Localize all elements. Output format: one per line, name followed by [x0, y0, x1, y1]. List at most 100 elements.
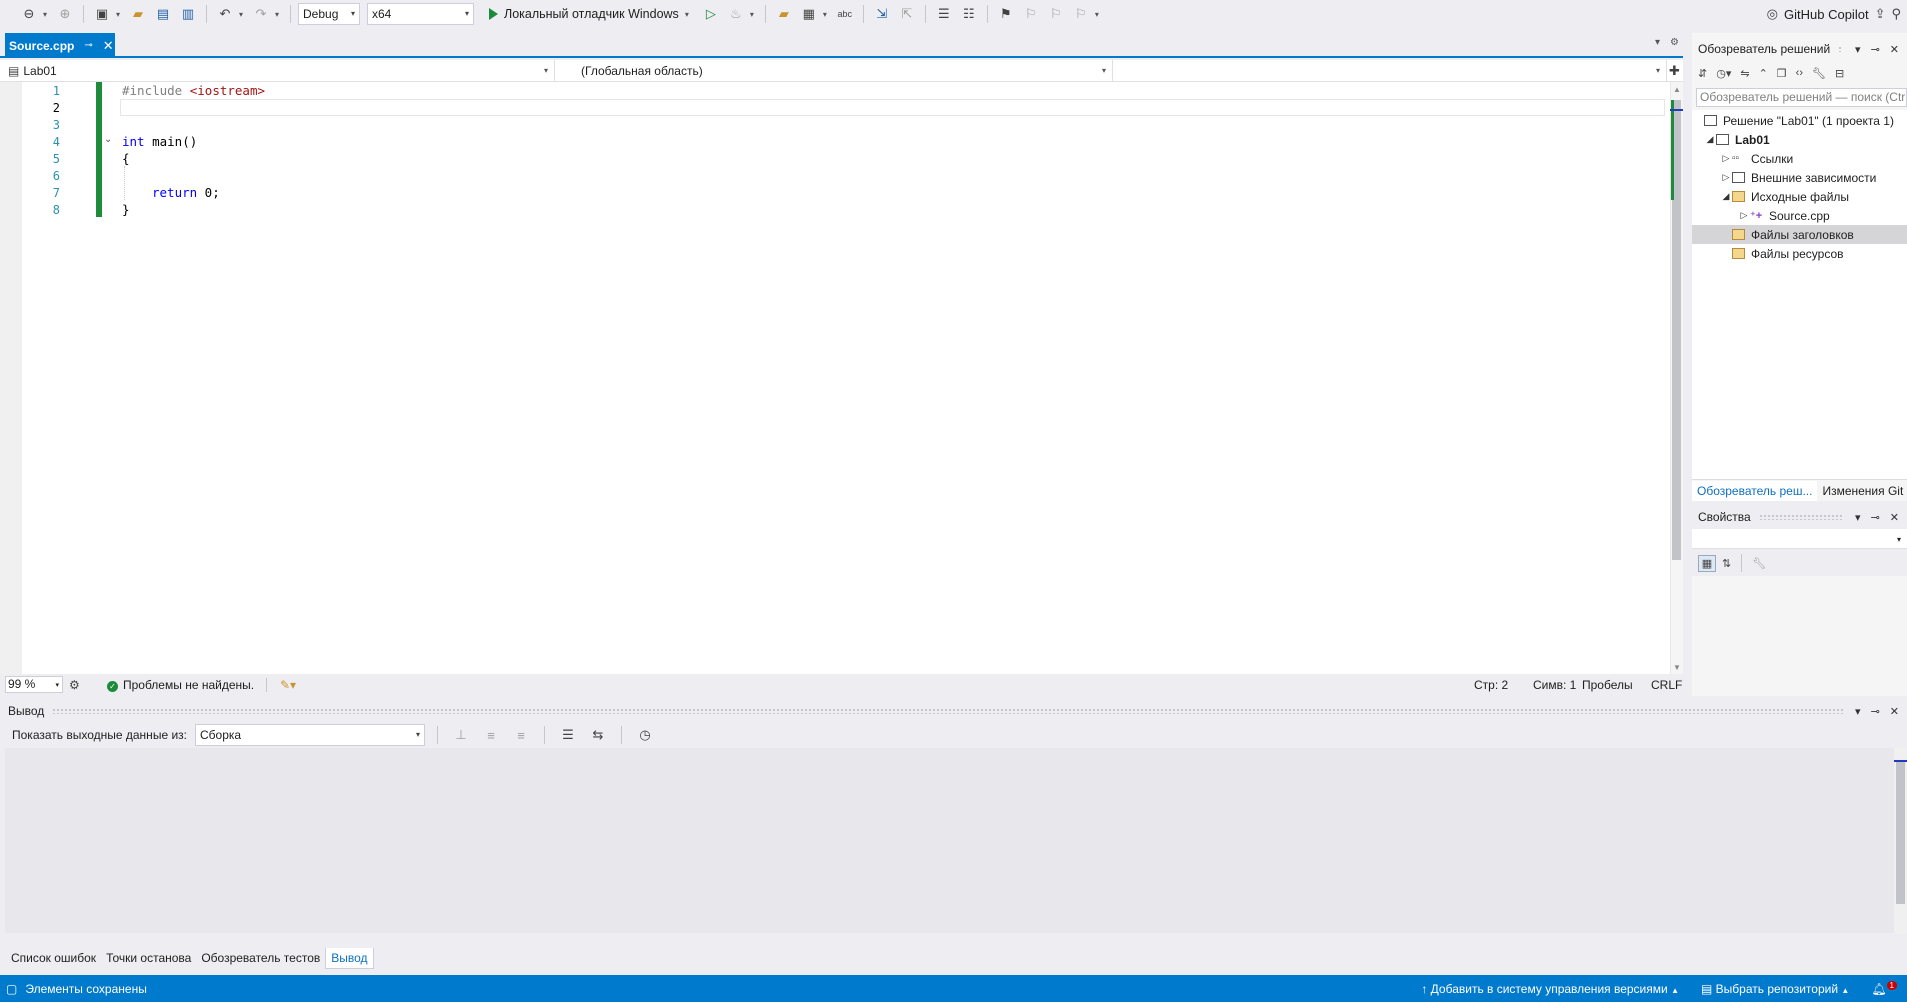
line-ending-indicator[interactable]: CRLF — [1651, 678, 1682, 692]
tree-node-header-files[interactable]: Файлы заголовков — [1692, 225, 1907, 244]
collapse-chevron-icon[interactable]: ⌄ — [104, 134, 112, 145]
back-icon[interactable]: ⊖ — [18, 3, 40, 25]
intellicode-icon[interactable]: ⚙ — [69, 678, 80, 692]
share-icon[interactable]: ⇪ — [1875, 6, 1886, 22]
tree-node-references[interactable]: ▷ ▫▫ Ссылки — [1692, 149, 1907, 168]
comment-lines-icon[interactable]: ☰ — [933, 3, 955, 25]
find-message-icon[interactable]: ⊥ — [450, 724, 472, 746]
close-icon[interactable]: ✕ — [103, 38, 114, 54]
select-repository-button[interactable]: ▤ Выбрать репозиторий ▲ — [1701, 982, 1849, 996]
sync-icon[interactable]: ⇋ — [1740, 67, 1749, 80]
back-dropdown-icon[interactable]: ▾ — [43, 10, 51, 19]
view-code-icon[interactable]: ‹› — [1796, 67, 1803, 79]
undo-icon[interactable]: ↶ — [214, 3, 236, 25]
save-icon[interactable]: ▤ — [152, 3, 174, 25]
solution-search-input[interactable]: Обозреватель решений — поиск (Ctrl+;) — [1696, 88, 1907, 107]
forward-icon[interactable]: ⊕ — [54, 3, 76, 25]
tab-list-chevron-icon[interactable]: ▾ — [1655, 37, 1660, 48]
undo-dropdown-icon[interactable]: ▾ — [239, 10, 247, 19]
properties-wrench-icon[interactable]: 🔧︎ — [1812, 67, 1826, 80]
scroll-up-icon[interactable]: ▲ — [1673, 85, 1681, 94]
uncomment-lines-icon[interactable]: ☷ — [958, 3, 980, 25]
code-editor[interactable]: 1 2 3 4 5 6 7 8 ⌄ #include <iostream> in… — [0, 82, 1670, 674]
configuration-select[interactable]: Debug ▾ — [298, 3, 360, 25]
copilot-button[interactable]: GitHub Copilot — [1784, 7, 1869, 22]
toolbar-overflow-icon[interactable]: ▾ — [1095, 10, 1103, 19]
tab-source-cpp[interactable]: Source.cpp ⊸ ✕ — [5, 33, 115, 58]
output-text-area[interactable] — [5, 748, 1894, 933]
add-to-source-control-button[interactable]: ↑ Добавить в систему управления версиями… — [1421, 982, 1679, 996]
save-all-icon[interactable]: ▥ — [177, 3, 199, 25]
new-project-dropdown-icon[interactable]: ▾ — [116, 10, 124, 19]
pin-icon[interactable]: ⊸ — [1871, 511, 1880, 524]
panel-splitter[interactable] — [1683, 33, 1692, 696]
tab-error-list[interactable]: Список ошибок — [6, 948, 101, 968]
redo-icon[interactable]: ↷ — [250, 3, 272, 25]
output-source-select[interactable]: Сборка ▾ — [194, 724, 425, 746]
prev-message-icon[interactable]: ≡ — [480, 724, 502, 746]
sort-alpha-icon[interactable]: ⇅ — [1722, 557, 1731, 570]
close-icon[interactable]: ✕ — [1890, 705, 1899, 718]
tab-test-explorer[interactable]: Обозреватель тестов — [196, 948, 325, 968]
clear-all-icon[interactable]: ☰ — [557, 724, 579, 746]
categorized-icon[interactable]: ▦ — [1698, 554, 1716, 572]
pin-icon[interactable]: ⊸ — [1871, 705, 1880, 718]
clear-bookmarks-icon[interactable]: ⚐ — [1070, 3, 1092, 25]
start-without-debugging-icon[interactable]: ▷ — [700, 3, 722, 25]
collapsed-arrow-icon[interactable]: ▷ — [1720, 153, 1732, 164]
redo-dropdown-icon[interactable]: ▾ — [275, 10, 283, 19]
tab-solution-explorer[interactable]: Обозреватель реш... — [1692, 480, 1818, 501]
feedback-icon[interactable]: ⚲ — [1891, 6, 1901, 22]
tree-node-project[interactable]: ◢ Lab01 — [1692, 130, 1907, 149]
expanded-arrow-icon[interactable]: ◢ — [1720, 191, 1732, 202]
member-nav-select[interactable]: ▾ — [1115, 60, 1667, 82]
collapse-all-icon[interactable]: ⌃ — [1759, 67, 1768, 80]
code-cleanup-icon[interactable]: ✎▾ — [280, 678, 296, 692]
drag-handle[interactable] — [52, 708, 1844, 714]
new-project-icon[interactable]: ▣ — [91, 3, 113, 25]
property-pages-icon[interactable]: 🔧︎ — [1752, 557, 1766, 570]
tree-node-source-files[interactable]: ◢ Исходные файлы — [1692, 187, 1907, 206]
chevron-down-icon[interactable]: ▾ — [1855, 705, 1861, 718]
expanded-arrow-icon[interactable]: ◢ — [1704, 134, 1716, 145]
tree-node-source-cpp[interactable]: ▷ ⁺+ Source.cpp — [1692, 206, 1907, 225]
next-bookmark-icon[interactable]: ⚐ — [1045, 3, 1067, 25]
close-icon[interactable]: ✕ — [1890, 511, 1899, 524]
step-over-icon[interactable]: ⇱ — [896, 3, 918, 25]
scope-nav-select[interactable]: (Глобальная область) ▾ — [561, 60, 1113, 82]
drag-handle[interactable] — [1758, 514, 1844, 520]
start-debugging-button[interactable]: Локальный отладчик Windows ▾ — [485, 7, 697, 21]
pin-icon[interactable]: ⊸ — [1871, 43, 1880, 56]
whitespace-indicator[interactable]: Пробелы — [1582, 678, 1633, 692]
line-indicator[interactable]: Стр: 2 — [1474, 678, 1508, 692]
tab-output[interactable]: Вывод — [325, 947, 374, 969]
tab-git-changes[interactable]: Изменения Git — [1817, 481, 1907, 501]
file-browse-icon[interactable]: ▰ — [773, 3, 795, 25]
platform-select[interactable]: x64 ▾ — [367, 3, 474, 25]
collapsed-arrow-icon[interactable]: ▷ — [1720, 172, 1732, 183]
show-all-files-icon[interactable]: ❐ — [1777, 67, 1787, 80]
timestamp-icon[interactable]: ◷ — [634, 724, 656, 746]
column-indicator[interactable]: Симв: 1 — [1533, 678, 1576, 692]
prev-bookmark-icon[interactable]: ⚐ — [1020, 3, 1042, 25]
hot-reload-dropdown-icon[interactable]: ▾ — [750, 10, 758, 19]
switch-views-icon[interactable]: ⇵ — [1698, 67, 1707, 80]
settings-gear-icon[interactable]: ⚙ — [1670, 37, 1679, 48]
tree-node-resource-files[interactable]: Файлы ресурсов — [1692, 244, 1907, 263]
bookmark-icon[interactable]: ⚑ — [995, 3, 1017, 25]
zoom-select[interactable]: 99 % ▾ — [5, 676, 63, 693]
hot-reload-icon[interactable]: ♨ — [725, 3, 747, 25]
glyph-margin[interactable] — [0, 82, 22, 674]
output-scrollbar-thumb[interactable] — [1896, 762, 1905, 904]
properties-grid[interactable] — [1692, 576, 1907, 696]
project-nav-select[interactable]: ▤ Lab01 ▾ — [0, 60, 555, 82]
tree-node-external-deps[interactable]: ▷ Внешние зависимости — [1692, 168, 1907, 187]
preview-icon[interactable]: ⊟ — [1835, 67, 1844, 80]
chevron-down-icon[interactable]: ▾ — [1855, 43, 1861, 56]
issues-indicator[interactable]: ✓ Проблемы не найдены. — [107, 678, 254, 692]
word-wrap-icon[interactable]: ⇆ — [587, 724, 609, 746]
properties-object-select[interactable]: ▾ — [1692, 529, 1907, 549]
tab-breakpoints[interactable]: Точки останова — [101, 948, 196, 968]
step-into-icon[interactable]: ⇲ — [871, 3, 893, 25]
split-editor-icon[interactable]: ✚ — [1669, 63, 1680, 79]
